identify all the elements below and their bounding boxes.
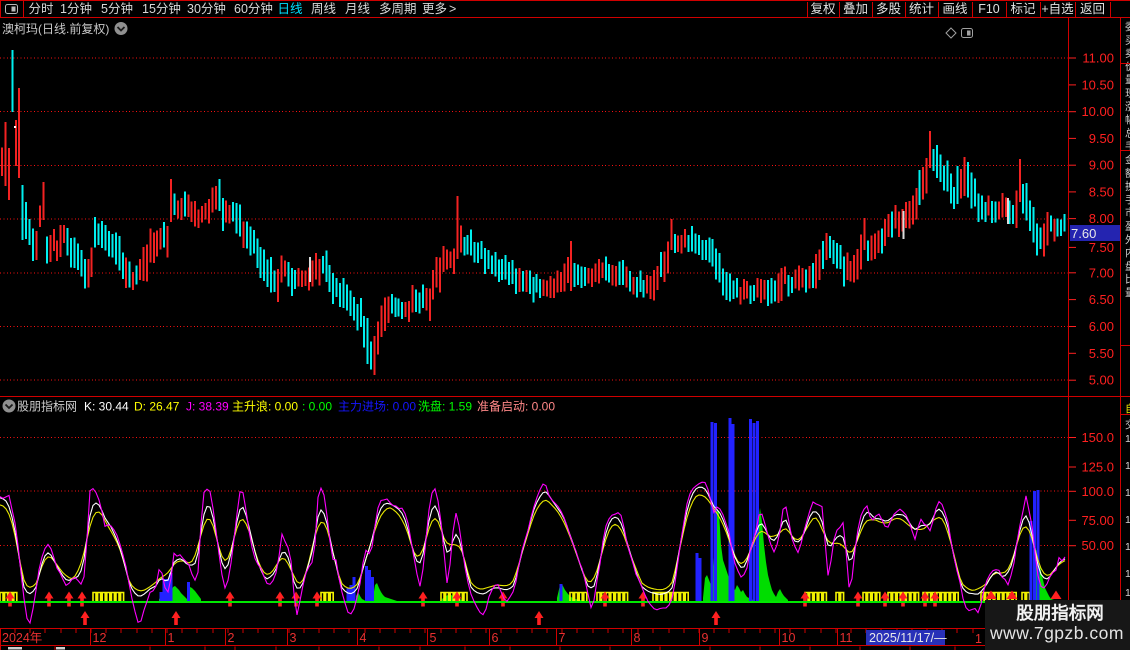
svg-text:1: 1 — [1125, 460, 1130, 472]
svg-text:J: 38.39: J: 38.39 — [186, 400, 229, 414]
svg-text:比: 比 — [1125, 273, 1130, 286]
svg-text:>: > — [449, 2, 456, 16]
svg-text:5: 5 — [430, 631, 437, 645]
svg-text:125.0: 125.0 — [1081, 460, 1114, 475]
svg-text:2: 2 — [228, 631, 235, 645]
svg-text:月线: 月线 — [345, 2, 371, 16]
svg-text:5.50: 5.50 — [1089, 346, 1114, 361]
svg-text:100.0: 100.0 — [1081, 484, 1114, 499]
svg-text:10.00: 10.00 — [1081, 104, 1114, 119]
svg-text:4: 4 — [360, 631, 367, 645]
svg-text:7.60: 7.60 — [1071, 226, 1096, 241]
svg-text:量: 量 — [1125, 74, 1130, 86]
svg-text:标记: 标记 — [1010, 2, 1036, 16]
svg-text:8: 8 — [634, 631, 641, 645]
svg-text:准备启动: 0.00: 准备启动: 0.00 — [477, 400, 555, 414]
svg-text:画线: 画线 — [942, 2, 968, 16]
svg-text:8.50: 8.50 — [1089, 184, 1114, 199]
svg-text:委: 委 — [1125, 20, 1130, 33]
svg-text:11.00: 11.00 — [1082, 51, 1114, 66]
svg-text:10.50: 10.50 — [1081, 77, 1114, 92]
svg-text:卖: 卖 — [1125, 48, 1130, 60]
svg-text:日线: 日线 — [278, 2, 304, 16]
svg-text:现: 现 — [1125, 88, 1130, 100]
svg-text:11: 11 — [840, 631, 853, 645]
svg-text:手: 手 — [1125, 193, 1130, 206]
svg-text:30分钟: 30分钟 — [187, 1, 226, 16]
svg-text:6.50: 6.50 — [1089, 292, 1114, 307]
svg-text:多股: 多股 — [876, 2, 902, 16]
svg-text:涨: 涨 — [1125, 101, 1130, 113]
svg-text:买: 买 — [1125, 34, 1130, 46]
svg-text:更多: 更多 — [422, 2, 447, 16]
svg-text:5分钟: 5分钟 — [101, 1, 133, 16]
svg-text:www.7gpzb.com: www.7gpzb.com — [989, 623, 1124, 643]
svg-text:外: 外 — [1125, 234, 1130, 246]
svg-text:周线: 周线 — [311, 2, 337, 16]
svg-text:7: 7 — [559, 631, 566, 645]
svg-text:1: 1 — [1125, 433, 1130, 445]
svg-text:1: 1 — [1125, 541, 1130, 553]
svg-text:1: 1 — [1125, 587, 1130, 599]
svg-text:价: 价 — [1125, 61, 1130, 73]
svg-text:: 0.00: : 0.00 — [302, 400, 332, 414]
svg-text:澳柯玛(日线.前复权): 澳柯玛(日线.前复权) — [2, 21, 109, 36]
svg-text:10: 10 — [782, 631, 796, 645]
svg-text:6.00: 6.00 — [1089, 319, 1114, 334]
svg-text:9.00: 9.00 — [1089, 158, 1114, 173]
svg-text:自: 自 — [1125, 402, 1130, 415]
svg-text:150.0: 150.0 — [1081, 430, 1114, 445]
svg-text:D: 26.47: D: 26.47 — [134, 400, 180, 414]
svg-text:12: 12 — [93, 631, 107, 645]
svg-text:F10: F10 — [978, 2, 1000, 16]
svg-text:60分钟: 60分钟 — [234, 1, 273, 16]
svg-text:交: 交 — [1125, 418, 1130, 431]
svg-text:洗盘: 1.59: 洗盘: 1.59 — [418, 399, 472, 414]
svg-text:1: 1 — [975, 632, 982, 646]
svg-text:5.00: 5.00 — [1089, 373, 1114, 388]
svg-text:内: 内 — [1125, 246, 1130, 259]
svg-text:7.00: 7.00 — [1089, 265, 1114, 280]
svg-text:3: 3 — [290, 631, 297, 645]
svg-text:1: 1 — [1125, 568, 1130, 580]
svg-text:多周期: 多周期 — [379, 2, 417, 16]
svg-text:盈: 盈 — [1125, 221, 1130, 233]
svg-text:幅: 幅 — [1125, 113, 1130, 126]
svg-text:量: 量 — [1125, 287, 1130, 299]
svg-text:1: 1 — [1125, 487, 1130, 499]
svg-text:+自选: +自选 — [1041, 2, 1074, 16]
svg-text:额: 额 — [1125, 166, 1130, 179]
svg-text:2025/11/17/—: 2025/11/17/— — [869, 631, 947, 645]
svg-text:50.00: 50.00 — [1081, 538, 1114, 553]
svg-text:75.00: 75.00 — [1081, 513, 1114, 528]
svg-text:主力进场: 0.00: 主力进场: 0.00 — [338, 400, 416, 414]
svg-text:主升浪: 0.00: 主升浪: 0.00 — [232, 399, 298, 414]
svg-text:9.50: 9.50 — [1089, 131, 1114, 146]
svg-text:2024年: 2024年 — [2, 631, 42, 645]
svg-text:总: 总 — [1125, 126, 1130, 139]
svg-text:金: 金 — [1125, 153, 1130, 166]
svg-text:返回: 返回 — [1080, 2, 1105, 16]
svg-text:6: 6 — [492, 631, 499, 645]
svg-text:1: 1 — [168, 631, 175, 645]
svg-text:股朋指标网: 股朋指标网 — [17, 399, 77, 414]
svg-text:市: 市 — [1125, 206, 1130, 219]
svg-text:分时: 分时 — [29, 2, 55, 16]
svg-text:股朋指标网: 股朋指标网 — [1016, 603, 1104, 623]
svg-text:7.50: 7.50 — [1089, 240, 1114, 255]
svg-text:15分钟: 15分钟 — [142, 1, 181, 16]
svg-text:复权: 复权 — [810, 1, 836, 16]
svg-text:8.00: 8.00 — [1089, 211, 1114, 226]
svg-text:1: 1 — [1125, 514, 1130, 526]
svg-text:换: 换 — [1125, 180, 1130, 193]
svg-text:盘: 盘 — [1125, 259, 1130, 272]
svg-text:K: 30.44: K: 30.44 — [84, 400, 129, 414]
svg-text:叠加: 叠加 — [843, 2, 868, 16]
svg-text:1分钟: 1分钟 — [60, 1, 92, 16]
svg-text:统计: 统计 — [909, 2, 934, 16]
svg-text:9: 9 — [702, 631, 709, 645]
